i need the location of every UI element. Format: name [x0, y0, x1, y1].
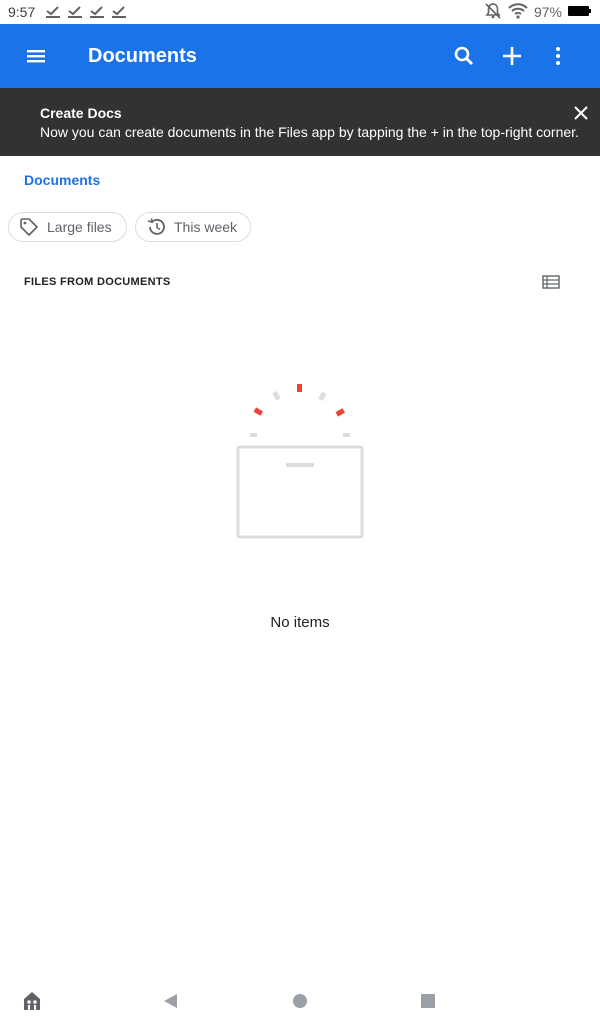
wifi-icon: [508, 2, 528, 22]
check-icon: [111, 5, 127, 19]
create-docs-banner: Create Docs Now you can create documents…: [0, 88, 600, 156]
home-icon[interactable]: [289, 990, 311, 1012]
list-view-icon[interactable]: [541, 272, 561, 292]
navigation-bar: [0, 976, 600, 1024]
large-files-chip[interactable]: Large files: [8, 212, 127, 242]
this-week-chip[interactable]: This week: [135, 212, 251, 242]
chip-label: This week: [174, 219, 238, 235]
back-icon[interactable]: [160, 990, 182, 1012]
section-header: FILES FROM DOCUMENTS: [24, 276, 171, 288]
recents-icon[interactable]: [417, 990, 439, 1012]
status-time: 9:57: [8, 4, 36, 20]
tag-icon: [19, 217, 39, 237]
notifications-off-icon: [484, 2, 502, 23]
banner-message: Now you can create documents in the File…: [40, 124, 579, 140]
accessibility-icon[interactable]: [21, 990, 43, 1012]
menu-icon[interactable]: [24, 44, 48, 68]
empty-state-message: No items: [270, 614, 330, 631]
add-icon[interactable]: [500, 44, 524, 68]
chip-label: Large files: [47, 219, 112, 235]
check-icon: [45, 5, 61, 19]
close-icon[interactable]: [570, 102, 592, 124]
history-icon: [146, 217, 166, 237]
status-bar: 9:57 97%: [0, 0, 600, 24]
page-title: Documents: [88, 45, 197, 67]
battery-level: 97%: [533, 4, 562, 20]
empty-folder-illustration: [228, 380, 372, 548]
search-icon[interactable]: [452, 44, 476, 68]
app-bar: Documents: [0, 24, 600, 88]
banner-title: Create Docs: [40, 105, 122, 121]
check-icon: [89, 5, 105, 19]
breadcrumb[interactable]: Documents: [24, 172, 100, 188]
check-icon: [67, 5, 83, 19]
more-options-icon[interactable]: [546, 44, 570, 68]
battery-icon: [568, 4, 592, 20]
status-indicators: 97%: [484, 0, 592, 24]
